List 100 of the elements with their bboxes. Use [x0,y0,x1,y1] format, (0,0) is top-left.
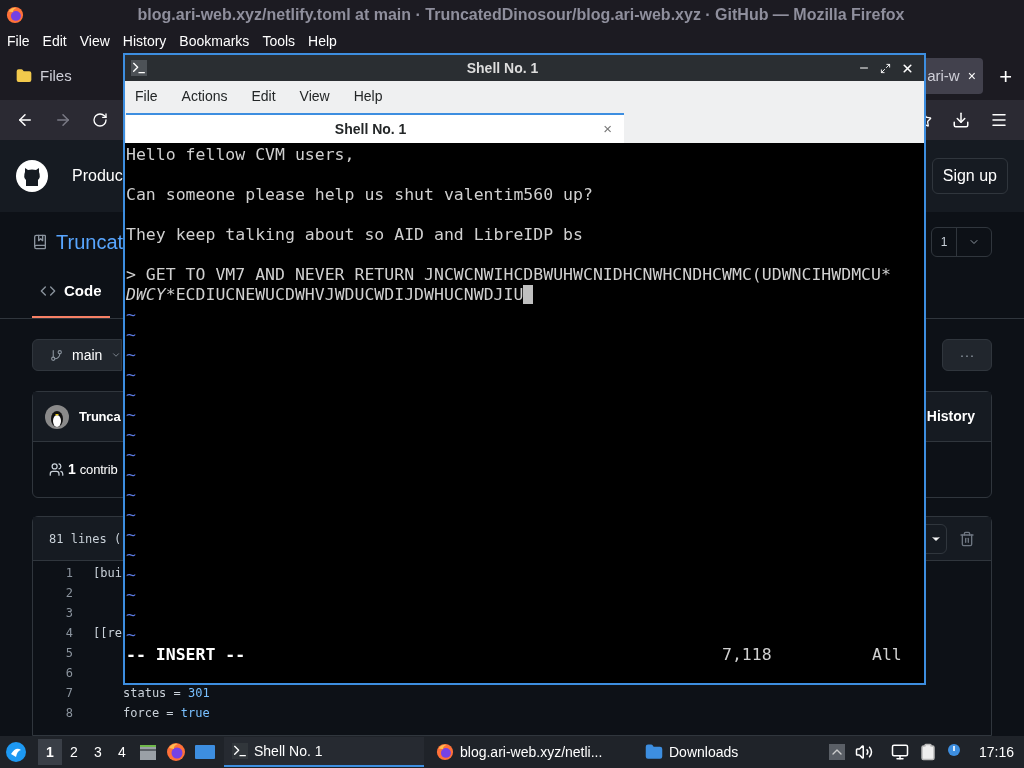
menu-item[interactable]: History [122,30,167,52]
folder-icon [16,68,32,84]
terminal-icon [232,743,248,759]
terminal-text: > GET TO VM7 AND NEVER RETURN JNCWCNWIHCDBWUHWCNIDHCNWHCNDHCWMC(UDWNCIHWDMCU* [126,265,891,285]
close-tab-button[interactable]: × [603,117,612,141]
line-number: 6 [64,665,73,682]
people-icon [49,462,64,477]
tray-expand-icon[interactable] [828,744,845,760]
empty-line-marker: ~ [126,445,136,464]
menu-item[interactable]: Help [353,85,383,107]
start-menu-icon[interactable] [6,742,26,762]
window-title: blog.ari-web.xyz/netlify.toml at main · TruncatedDinosour/blog.ari-web.xyz · GitHub — Mozilla Firefox [136,5,906,25]
close-tab-button[interactable]: × [967,65,976,87]
terminal-text: DWCY [126,285,166,305]
delete-icon[interactable] [959,530,975,547]
download-icon[interactable] [952,111,970,129]
menu-item[interactable]: File [7,30,30,52]
empty-line-marker: ~ [126,385,136,404]
terminal-tab[interactable]: Shell No. 1 × [126,113,624,143]
repo-tab[interactable]: Code [32,279,110,318]
firefox-icon[interactable] [166,742,186,762]
cursor-position: 7,118 [722,645,773,665]
text-cursor [523,285,534,304]
terminal-title: Shell No. 1 [465,58,540,78]
terminal-text: Hello fellow CVM users, [126,145,355,165]
line-number: 3 [64,605,73,622]
close-icon[interactable] [901,61,914,75]
caret-icon [111,350,122,360]
count-label: 1 [939,234,949,251]
workspace-button[interactable]: 1 [38,739,62,765]
reload-icon[interactable] [92,112,108,128]
vim-mode: -- INSERT -- [126,645,246,665]
branch-icon [50,348,63,362]
repo-name[interactable]: Truncat [56,227,124,257]
line-number: 1 [64,565,73,582]
menu-item[interactable]: View [79,30,110,52]
empty-line-marker: ~ [126,565,136,584]
contributors-label[interactable]: contrib [79,459,118,480]
new-tab-button[interactable]: + [999,59,1012,93]
menu-item[interactable]: File [135,85,158,107]
taskbar-task[interactable]: Downloads [637,737,777,767]
penguin-avatar [45,404,69,429]
menu-item[interactable]: Bookmarks [179,30,250,52]
terminal-text: Can someone please help us shut valentim560 up? [126,185,593,205]
line-number: 7 [64,685,73,702]
history-link[interactable]: History [926,406,975,427]
commit-author[interactable]: Trunca [79,406,121,427]
empty-line-marker: ~ [126,505,136,524]
browser-tab[interactable]: Files [8,58,80,94]
menu-item[interactable]: View [299,85,330,107]
nav-link[interactable]: Produc [72,164,123,188]
menu-item[interactable]: Help [308,30,337,52]
empty-line-marker: ~ [126,305,136,324]
code-text: force = true [123,706,210,720]
line-number: 5 [64,645,73,662]
taskbar-task[interactable]: blog.ari-web.xyz/netli... [428,737,633,767]
scroll-position: All [872,645,903,665]
empty-line-marker: ~ [126,425,136,444]
empty-line-marker: ~ [126,625,136,644]
menu-item[interactable]: Actions [181,85,228,107]
menu-item[interactable]: Edit [251,85,276,107]
workspace-button[interactable]: 3 [86,739,110,765]
menu-icon[interactable] [990,111,1008,129]
empty-line-marker: ~ [126,325,136,344]
firefox-icon[interactable] [436,743,454,761]
empty-line-marker: ~ [126,465,136,484]
network-icon[interactable] [890,743,909,761]
more-button[interactable]: ··· [942,339,992,371]
file-info: 81 lines ( [49,530,122,548]
empty-line-marker: ~ [126,605,136,624]
empty-line-marker: ~ [126,545,136,564]
firefox-icon[interactable] [6,6,24,24]
line-number: 2 [64,585,73,602]
empty-line-marker: ~ [126,485,136,504]
empty-line-marker: ~ [126,405,136,424]
forward-icon[interactable] [54,111,72,129]
maximize-icon[interactable] [880,62,891,74]
code-text: [[re [93,626,122,640]
clipboard-icon[interactable] [918,743,937,761]
back-icon[interactable] [16,111,34,129]
terminal-text: They keep talking about so AID and LibreIDP bs [126,225,583,245]
workspace-button[interactable]: 4 [110,739,134,765]
empty-line-marker: ~ [126,525,136,544]
volume-icon[interactable] [854,743,873,761]
workspace-button[interactable]: 2 [62,739,86,765]
line-number: 8 [64,705,73,722]
file-cabinet-icon[interactable] [138,742,158,762]
menu-item[interactable]: Edit [42,30,67,52]
desktop-icon[interactable] [194,743,216,761]
empty-line-marker: ~ [126,585,136,604]
branch-button[interactable]: main [32,339,123,371]
menu-item[interactable]: Tools [262,30,296,52]
terminal-icon [131,60,147,76]
github-logo-icon[interactable] [16,160,48,192]
taskbar-task[interactable]: Shell No. 1 [224,737,424,767]
browser-tab[interactable]: ari-w × [923,58,984,94]
clock: 17:16 [978,742,1014,762]
folder-icon [645,743,663,761]
sign-up-button[interactable]: Sign up [931,158,1008,194]
empty-line-marker: ~ [126,365,136,384]
